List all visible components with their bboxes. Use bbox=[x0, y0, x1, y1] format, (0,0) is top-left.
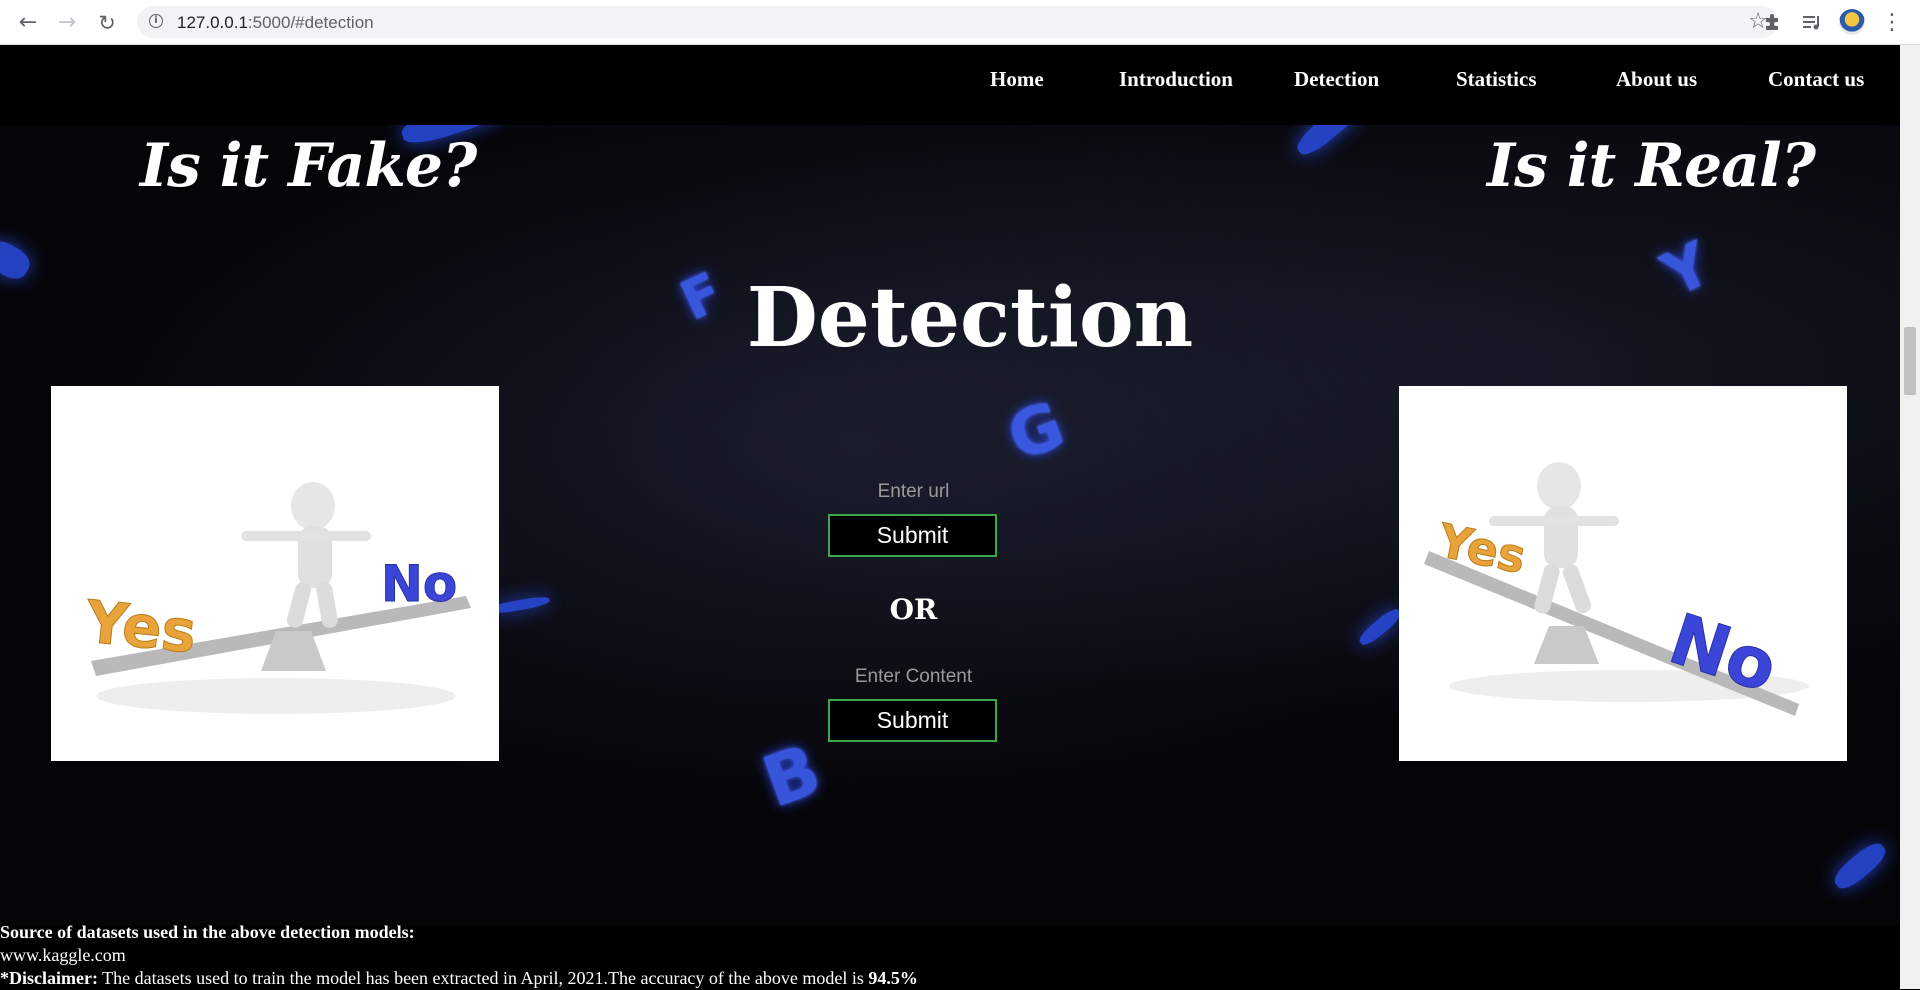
glow-decoration bbox=[1292, 125, 1368, 161]
address-url[interactable]: 127.0.0.1:5000/#detection bbox=[177, 13, 374, 33]
footer-notes: Source of datasets used in the above det… bbox=[0, 921, 918, 990]
address-bar[interactable]: i 127.0.0.1:5000/#detection ☆ bbox=[137, 6, 1778, 38]
disclaimer: *Disclaimer: The datasets used to train … bbox=[0, 967, 918, 990]
url-host: 127.0.0.1 bbox=[177, 13, 248, 32]
content-input[interactable]: Enter Content bbox=[0, 666, 1827, 688]
or-divider: OR bbox=[889, 593, 938, 626]
scrollbar-thumb[interactable] bbox=[1904, 327, 1916, 395]
url-input[interactable]: Enter url bbox=[0, 481, 1827, 503]
browser-toolbar: ← → ↻ i 127.0.0.1:5000/#detection ☆ ⋮ bbox=[0, 0, 1920, 45]
site-info-icon[interactable]: i bbox=[149, 14, 163, 28]
nav-link-detection[interactable]: Detection bbox=[1294, 67, 1379, 92]
glow-decoration bbox=[1829, 838, 1891, 894]
accuracy-value: 94.5% bbox=[868, 968, 918, 988]
reload-icon[interactable]: ↻ bbox=[93, 9, 121, 37]
left-title: Is it Fake? bbox=[140, 131, 477, 201]
back-arrow-icon[interactable]: ← bbox=[14, 9, 42, 37]
disclaimer-text: The datasets used to train the model has… bbox=[97, 968, 869, 988]
nav-link-home[interactable]: Home bbox=[990, 67, 1044, 92]
keyboard-key-decoration: G bbox=[998, 388, 1074, 476]
url-path: :5000/#detection bbox=[247, 13, 374, 32]
left-illustration: Yes No bbox=[51, 386, 499, 761]
nav-link-introduction[interactable]: Introduction bbox=[1119, 67, 1233, 92]
nav-link-about-us[interactable]: About us bbox=[1616, 67, 1697, 92]
page-title: Detection bbox=[746, 270, 1194, 366]
source-heading: Source of datasets used in the above det… bbox=[0, 922, 415, 942]
nav-link-contact-us[interactable]: Contact us bbox=[1768, 67, 1864, 92]
right-title: Is it Real? bbox=[1487, 131, 1816, 201]
disclaimer-label: *Disclaimer: bbox=[0, 968, 98, 988]
extensions-puzzle-icon[interactable] bbox=[1759, 9, 1785, 35]
reading-list-icon[interactable] bbox=[1799, 9, 1825, 35]
keyboard-key-decoration: B bbox=[752, 728, 831, 824]
profile-avatar-icon[interactable] bbox=[1839, 9, 1865, 35]
url-submit-button[interactable]: Submit bbox=[828, 514, 997, 557]
nav-link-statistics[interactable]: Statistics bbox=[1456, 67, 1537, 92]
page-scrollbar[interactable] bbox=[1900, 45, 1920, 989]
source-site: www.kaggle.com bbox=[0, 945, 126, 965]
right-illustration: Yes No bbox=[1399, 386, 1847, 761]
menu-kebab-icon[interactable]: ⋮ bbox=[1879, 9, 1905, 35]
content-submit-button[interactable]: Submit bbox=[828, 699, 997, 742]
forward-arrow-icon[interactable]: → bbox=[53, 9, 81, 37]
